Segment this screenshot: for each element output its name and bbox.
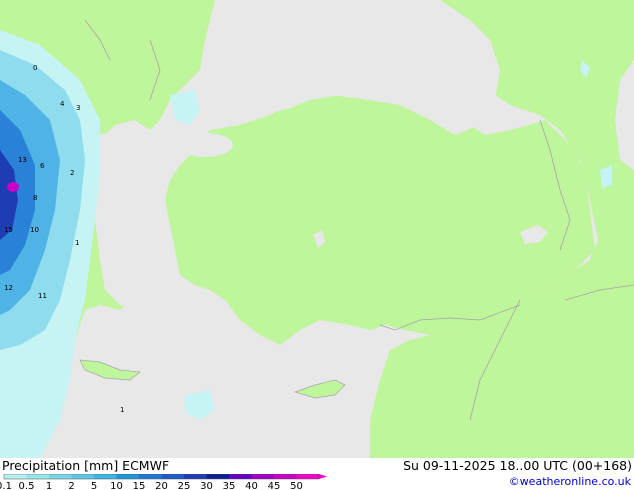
map-value-label: 13 <box>18 156 27 164</box>
legend-label: 15 <box>133 481 146 490</box>
legend-swatch <box>161 474 184 479</box>
legend-label: 25 <box>178 481 191 490</box>
legend-swatch <box>139 474 162 479</box>
map-footer: Precipitation [mm] ECMWF Su 09-11-2025 1… <box>0 458 634 490</box>
legend-swatch <box>184 474 207 479</box>
map-value-label: 1 <box>75 239 79 247</box>
map-value-label: 3 <box>76 104 80 112</box>
legend-swatch <box>251 474 274 479</box>
legend-swatch <box>116 474 139 479</box>
map-value-label: 12 <box>4 284 13 292</box>
legend-arrow <box>319 474 327 479</box>
legend-label: 40 <box>245 481 258 490</box>
legend-label: 1 <box>46 481 52 490</box>
legend-swatch <box>49 474 72 479</box>
map-value-label: 4 <box>60 100 65 108</box>
legend-swatch <box>71 474 94 479</box>
legend-label: 50 <box>290 481 303 490</box>
sea-of-marmara <box>177 133 233 157</box>
legend-swatch <box>4 474 27 479</box>
legend-swatch <box>274 474 297 479</box>
valid-time: Su 09-11-2025 18..00 UTC (00+168) <box>403 458 632 473</box>
legend-swatch <box>26 474 49 479</box>
legend-swatch <box>94 474 117 479</box>
map-value-label: 8 <box>33 194 37 202</box>
legend-label: 0.1 <box>0 481 12 490</box>
legend-label: 45 <box>268 481 281 490</box>
map-value-label: 11 <box>38 292 47 300</box>
map-title: Precipitation [mm] ECMWF <box>2 458 170 473</box>
map-value-label: 6 <box>40 162 45 170</box>
map-value-label: 1 <box>120 406 124 414</box>
credit-link[interactable]: ©weatheronline.co.uk <box>509 475 631 488</box>
legend-swatch <box>229 474 252 479</box>
legend-swatch <box>296 474 319 479</box>
legend-label: 0.5 <box>19 481 35 490</box>
legend-label: 35 <box>223 481 236 490</box>
precipitation-map: 13 8 6 12 11 15 10 4 3 2 1 1 0 <box>0 0 634 458</box>
legend-label: 2 <box>68 481 74 490</box>
legend-swatch <box>206 474 229 479</box>
map-value-label: 2 <box>70 169 74 177</box>
legend-colorbar: 0.10.5125101520253035404550 <box>0 474 327 490</box>
map-value-label: 0 <box>33 64 37 72</box>
legend-label: 5 <box>91 481 97 490</box>
legend-label: 20 <box>155 481 168 490</box>
map-value-label: 10 <box>30 226 39 234</box>
legend-label: 30 <box>200 481 213 490</box>
map-value-label: 15 <box>4 226 13 234</box>
legend-label: 10 <box>110 481 123 490</box>
